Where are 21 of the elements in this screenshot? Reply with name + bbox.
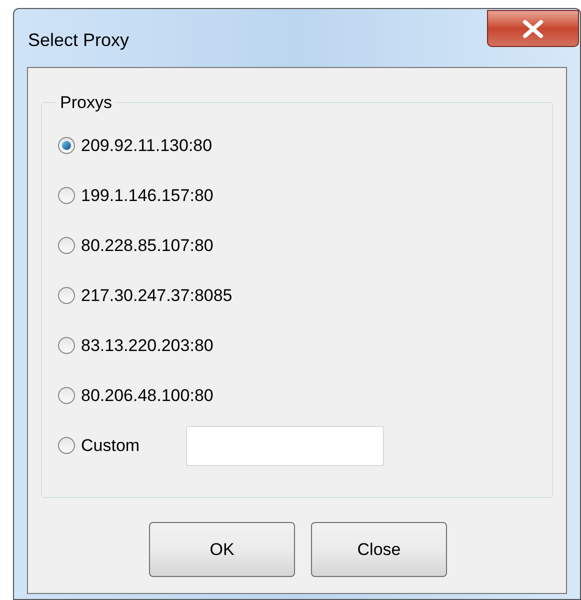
radio-label: 199.1.146.157:80: [81, 184, 214, 207]
radio-button[interactable]: [58, 437, 75, 454]
radio-label: 80.228.85.107:80: [81, 234, 214, 257]
radio-label: Custom: [81, 434, 140, 457]
close-button[interactable]: [487, 10, 579, 47]
close-icon: [522, 20, 544, 38]
radio-button[interactable]: [58, 137, 75, 154]
dialog-button[interactable]: Close: [311, 522, 447, 577]
dialog-button[interactable]: OK: [149, 522, 295, 577]
radio-button[interactable]: [58, 287, 75, 304]
radio-label: 209.92.11.130:80: [81, 134, 212, 157]
radio-button[interactable]: [58, 237, 75, 254]
radio-label: 83.13.220.203:80: [81, 334, 214, 357]
group-title: Proxys: [59, 92, 113, 114]
radio-button[interactable]: [58, 187, 75, 204]
custom-proxy-field[interactable]: [186, 426, 384, 466]
radio-button[interactable]: [58, 337, 75, 354]
radio-button[interactable]: [58, 387, 75, 404]
window-title: Select Proxy: [28, 29, 130, 52]
radio-label: 80.206.48.100:80: [81, 384, 214, 407]
radio-label: 217.30.247.37:8085: [81, 284, 232, 307]
